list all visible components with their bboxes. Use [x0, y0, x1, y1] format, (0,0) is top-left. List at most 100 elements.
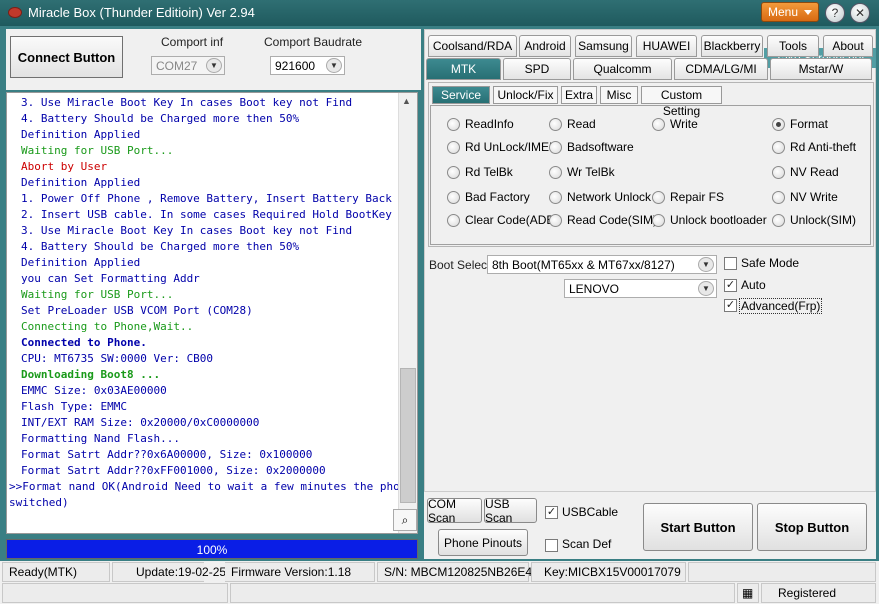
advanced-frp-checkbox[interactable]: ✓: [724, 299, 737, 312]
comport-label: Comport inf: [161, 35, 224, 49]
option-label-rd-unlock-imei[interactable]: Rd UnLock/IMEI: [465, 140, 552, 154]
log-line: you can Set Formatting Addr: [21, 272, 200, 285]
tab-spd[interactable]: SPD: [503, 58, 571, 80]
status-key: Key:MICBX15V00017079: [531, 562, 686, 582]
dropdown-arrow-icon: ▼: [206, 58, 222, 73]
com-scan-button[interactable]: COM Scan: [427, 497, 482, 525]
scrollbar-thumb[interactable]: [400, 368, 416, 503]
tab-android[interactable]: Android: [519, 35, 571, 57]
option-label-clear-code-adb[interactable]: Clear Code(ADB): [465, 213, 558, 227]
log-line: 4. Battery Should be Charged more then 5…: [21, 112, 300, 125]
usb-cable-label: USBCable: [562, 505, 619, 519]
option-label-readinfo[interactable]: ReadInfo: [465, 117, 514, 131]
dropdown-arrow-icon: ▼: [698, 257, 714, 272]
safe-mode-checkbox[interactable]: [724, 257, 737, 270]
option-label-rd-anti-theft[interactable]: Rd Anti-theft: [790, 140, 856, 154]
log-line: Definition Applied: [21, 256, 141, 269]
log-scrollbar[interactable]: ▲ ⌕: [393, 93, 417, 533]
tab-coolsand-rda[interactable]: Coolsand/RDA: [428, 35, 517, 57]
safe-mode-label: Safe Mode: [741, 256, 800, 270]
comport-select[interactable]: COM27 ▼: [151, 56, 225, 75]
tab-unlock-fix[interactable]: Unlock/Fix: [493, 86, 558, 104]
connect-button[interactable]: Connect Button: [10, 36, 123, 78]
baudrate-select[interactable]: 921600 ▼: [270, 56, 345, 75]
radio-bad-factory[interactable]: [447, 191, 460, 204]
tab-mtk[interactable]: MTK: [426, 58, 501, 80]
radio-badsoftware[interactable]: [549, 141, 562, 154]
option-label-network-unlock[interactable]: Network Unlock: [567, 190, 651, 204]
option-label-read[interactable]: Read: [567, 117, 596, 131]
start-button[interactable]: Start Button: [643, 503, 753, 551]
tab-cdma-lg-mi[interactable]: CDMA/LG/MI: [674, 58, 768, 80]
radio-unlock-bootloader[interactable]: [652, 214, 665, 227]
brand-select-value: LENOVO: [569, 282, 620, 296]
tab-qualcomm[interactable]: Qualcomm: [573, 58, 672, 80]
radio-nv-write[interactable]: [772, 191, 785, 204]
tab-service[interactable]: Service: [432, 86, 490, 104]
tab-mstar-w[interactable]: Mstar/W: [770, 58, 872, 80]
radio-network-unlock[interactable]: [549, 191, 562, 204]
title-bar: Miracle Box (Thunder Editioin) Ver 2.94 …: [0, 0, 879, 26]
radio-format[interactable]: [772, 118, 785, 131]
radio-readinfo[interactable]: [447, 118, 460, 131]
option-label-format[interactable]: Format: [790, 117, 828, 131]
option-label-unlock-sim[interactable]: Unlock(SIM): [790, 213, 856, 227]
log-line: Downloading Boot8 ...: [21, 368, 161, 381]
scan-def-checkbox[interactable]: [545, 539, 558, 552]
usb-cable-checkbox[interactable]: ✓: [545, 506, 558, 519]
tab-huawei[interactable]: HUAWEI: [636, 35, 697, 57]
log-search-icon[interactable]: ⌕: [393, 509, 417, 531]
log-output: 3. Use Miracle Boot Key In cases Boot ke…: [6, 92, 418, 534]
option-label-nv-read[interactable]: NV Read: [790, 165, 839, 179]
option-label-read-code-sim[interactable]: Read Code(SIM): [567, 213, 657, 227]
radio-write[interactable]: [652, 118, 665, 131]
option-label-wr-telbk[interactable]: Wr TelBk: [567, 165, 615, 179]
tab-blackberry[interactable]: Blackberry: [701, 35, 763, 57]
radio-rd-unlock-imei[interactable]: [447, 141, 460, 154]
baudrate-label: Comport Baudrate: [264, 35, 363, 49]
log-line: Waiting for USB Port...: [21, 144, 174, 157]
log-line: CPU: MT6735 SW:0000 Ver: CB00: [21, 352, 214, 365]
help-icon[interactable]: ?: [825, 3, 845, 23]
option-label-write[interactable]: Write: [670, 117, 698, 131]
radio-read-code-sim[interactable]: [549, 214, 562, 227]
radio-nv-read[interactable]: [772, 166, 785, 179]
radio-read[interactable]: [549, 118, 562, 131]
radio-repair-fs[interactable]: [652, 191, 665, 204]
log-line: Connected to Phone.: [21, 336, 147, 349]
radio-rd-anti-theft[interactable]: [772, 141, 785, 154]
tab-tools[interactable]: Tools: [767, 35, 819, 57]
brand-select[interactable]: LENOVO ▼: [564, 279, 717, 298]
app-logo-icon: [8, 7, 22, 18]
tab-extra[interactable]: Extra: [561, 86, 597, 104]
radio-unlock-sim[interactable]: [772, 214, 785, 227]
option-label-bad-factory[interactable]: Bad Factory: [465, 190, 530, 204]
scroll-up-icon[interactable]: ▲: [402, 96, 411, 106]
log-line: Abort by User: [21, 160, 108, 173]
menu-button[interactable]: Menu: [761, 2, 819, 22]
option-label-rd-telbk[interactable]: Rd TelBk: [465, 165, 513, 179]
option-label-badsoftware[interactable]: Badsoftware: [567, 140, 634, 154]
tab-misc[interactable]: Misc: [600, 86, 638, 104]
option-label-repair-fs[interactable]: Repair FS: [670, 190, 724, 204]
boot-select[interactable]: 8th Boot(MT65xx & MT67xx/8127) ▼: [487, 255, 717, 274]
stop-button[interactable]: Stop Button: [757, 503, 867, 551]
menu-label: Menu: [768, 5, 799, 19]
radio-wr-telbk[interactable]: [549, 166, 562, 179]
radio-clear-code-adb[interactable]: [447, 214, 460, 227]
radio-rd-telbk[interactable]: [447, 166, 460, 179]
status-bar: Ready(MTK) Update:19-02-25 Firmware Vers…: [0, 561, 879, 604]
log-line: Formatting Nand Flash...: [21, 432, 180, 445]
tab-samsung[interactable]: Samsung: [575, 35, 632, 57]
phone-pinouts-button[interactable]: Phone Pinouts: [438, 529, 528, 556]
option-label-nv-write[interactable]: NV Write: [790, 190, 838, 204]
tab-about[interactable]: About: [823, 35, 873, 57]
close-icon[interactable]: ✕: [850, 3, 870, 23]
log-line: Connecting to Phone,Wait..: [21, 320, 194, 333]
usb-scan-button[interactable]: USB Scan: [484, 497, 537, 525]
log-line: 4. Battery Should be Charged more then 5…: [21, 240, 300, 253]
comport-value: COM27: [156, 59, 198, 73]
option-label-unlock-bootloader[interactable]: Unlock bootloader: [670, 213, 767, 227]
tab-custom-setting[interactable]: Custom Setting: [641, 86, 722, 118]
auto-checkbox[interactable]: ✓: [724, 279, 737, 292]
